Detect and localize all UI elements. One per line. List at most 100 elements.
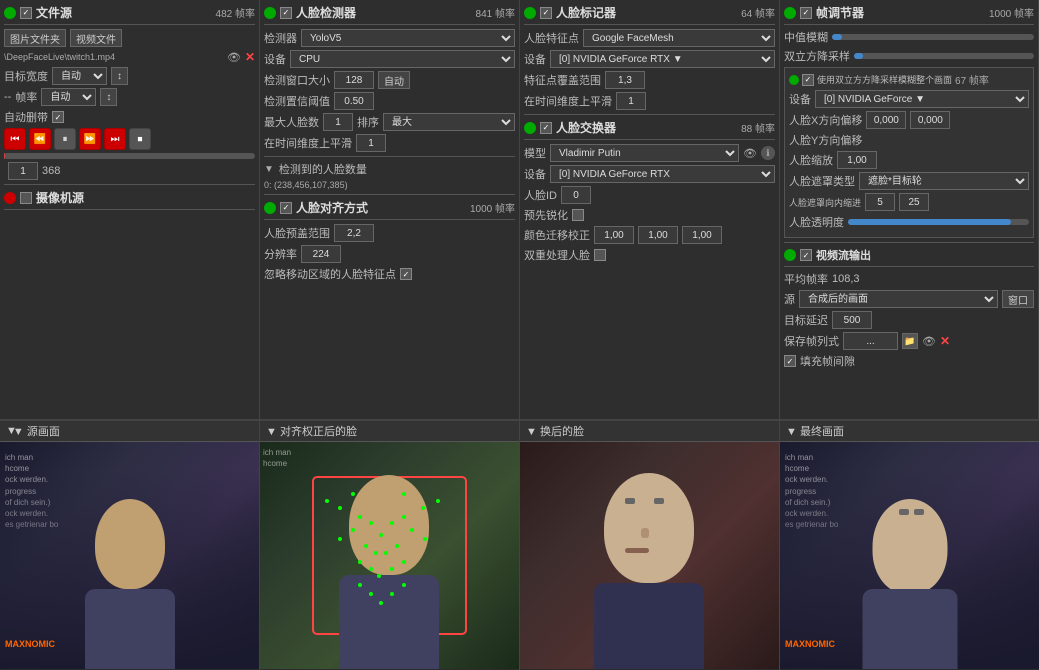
scale-input[interactable] — [837, 151, 877, 169]
detector-checkbox[interactable] — [280, 7, 292, 19]
marker-power[interactable] — [524, 7, 536, 19]
smooth-input[interactable] — [356, 134, 386, 152]
auto-feed-checkbox[interactable] — [52, 111, 64, 123]
window-btn[interactable]: 窗口 — [1002, 290, 1034, 308]
swapper-device-select[interactable]: [0] NVIDIA GeForce RTX — [550, 165, 775, 183]
resolution-input[interactable] — [301, 245, 341, 263]
stream-checkbox[interactable] — [800, 249, 812, 261]
btn-stop[interactable]: ⏹ — [129, 128, 151, 150]
device-row: 设备 CPU — [264, 50, 515, 68]
stream-power[interactable] — [784, 249, 796, 261]
final-body — [862, 589, 957, 669]
dot-3 — [338, 506, 342, 510]
coverage-input[interactable] — [334, 224, 374, 242]
camera-checkbox[interactable] — [20, 192, 32, 204]
close-icon[interactable]: ✕ — [245, 50, 255, 64]
ct-y-input[interactable] — [638, 226, 678, 244]
opacity-label: 人脸透明度 — [789, 214, 844, 230]
maxfaces-input[interactable] — [323, 113, 353, 131]
delay-input[interactable] — [832, 311, 872, 329]
opacity-fill — [848, 219, 1011, 225]
dot-14 — [395, 544, 399, 548]
model-info-icon[interactable]: ℹ — [761, 146, 775, 160]
progress-track[interactable] — [4, 153, 255, 159]
save-close-icon[interactable]: ✕ — [940, 334, 950, 348]
ignore-checkbox[interactable] — [400, 268, 412, 280]
source-label: 源 — [784, 291, 795, 307]
face-type-select[interactable]: 遮脸*目标轮 — [859, 172, 1029, 190]
position-input[interactable] — [8, 162, 38, 180]
fps-auto-btn[interactable]: ↕ — [100, 88, 117, 106]
face-id-input[interactable] — [561, 186, 591, 204]
dot-27 — [325, 499, 329, 503]
x-offset-input[interactable] — [866, 111, 906, 129]
adjuster-checkbox[interactable] — [800, 7, 812, 19]
source-select[interactable]: 合成后的画面 — [799, 290, 998, 308]
fill-checkbox[interactable] — [784, 355, 796, 367]
file-source-power[interactable] — [4, 7, 16, 19]
ignore-row: 忽略移动区域的人脸特征点 — [264, 266, 515, 282]
threshold-input[interactable] — [334, 92, 374, 110]
ignore-label: 忽略移动区域的人脸特征点 — [264, 266, 396, 282]
face-marker-panel: 人脸标记器 64 帧率 人脸特征点 Google FaceMesh 设备 [0]… — [520, 0, 780, 420]
device-select[interactable]: CPU — [290, 50, 515, 68]
aligner-checkbox[interactable] — [280, 202, 292, 214]
dot-7 — [369, 521, 373, 525]
ct-z-input[interactable] — [682, 226, 722, 244]
marker-checkbox[interactable] — [540, 7, 552, 19]
folder-icon[interactable]: 📁 — [902, 333, 918, 349]
file-source-checkbox[interactable] — [20, 7, 32, 19]
target-width-select[interactable]: 自动 — [52, 67, 107, 85]
window-size-auto[interactable]: 自动 — [378, 71, 410, 89]
opacity-track[interactable] — [848, 219, 1029, 225]
detector-select[interactable]: YoloV5 — [301, 29, 515, 47]
target-width-auto-btn[interactable]: ↕ — [111, 67, 128, 85]
btn-skip-fwd[interactable]: ⏭ — [104, 128, 126, 150]
left-eye — [625, 498, 635, 504]
dot-17 — [358, 560, 362, 564]
dual-checkbox[interactable] — [594, 249, 606, 261]
btn-play[interactable]: ⏸ — [54, 128, 76, 150]
marker-device-select[interactable]: [0] NVIDIA GeForce RTX ▼ — [550, 50, 775, 68]
tab-video-file[interactable]: 视频文件 — [70, 29, 122, 47]
final-person — [855, 479, 965, 659]
sub-blur-checkbox[interactable] — [802, 74, 814, 86]
btn-step-fwd[interactable]: ⏩ — [79, 128, 101, 150]
btn-skip-back[interactable]: ⏮ — [4, 128, 26, 150]
adjuster-power[interactable] — [784, 7, 796, 19]
sharpen-label: 预先锐化 — [524, 207, 568, 223]
camera-power[interactable] — [4, 192, 16, 204]
aligned-image: ich manhcome — [260, 442, 519, 669]
swapped-label: ▼ 换后的脸 — [520, 421, 779, 442]
swapper-power[interactable] — [524, 122, 536, 134]
window-size-input[interactable] — [334, 71, 374, 89]
range-input[interactable] — [605, 71, 645, 89]
dot-22 — [358, 583, 362, 587]
fps-select[interactable]: 自动 — [41, 88, 96, 106]
eye-icon[interactable]: 👁 — [227, 51, 241, 64]
swapper-checkbox[interactable] — [540, 122, 552, 134]
tab-image-folder[interactable]: 图片文件夹 — [4, 29, 66, 47]
ct-x-input[interactable] — [594, 226, 634, 244]
threshold-label: 检测置信阈值 — [264, 93, 330, 109]
y-offset-label: 人脸Y方向偏移 — [789, 132, 862, 148]
model-eye-icon[interactable]: 👁 — [743, 147, 757, 160]
detector-power[interactable] — [264, 7, 276, 19]
blur-input[interactable] — [899, 193, 929, 211]
save-input[interactable] — [843, 332, 898, 350]
save-eye-icon[interactable]: 👁 — [922, 335, 936, 348]
sub-blur-panel: 使用双立方方降采样模糊整个画面 67 帧率 设备 [0] NVIDIA GeFo… — [784, 67, 1034, 238]
x-offset-input2[interactable] — [910, 111, 950, 129]
erosion-input[interactable] — [865, 193, 895, 211]
landmark-select[interactable]: Google FaceMesh — [583, 29, 775, 47]
model-select[interactable]: Vladimir Putin — [550, 144, 739, 162]
btn-step-back[interactable]: ⏪ — [29, 128, 51, 150]
median-track[interactable] — [832, 34, 1034, 40]
sub-device-select[interactable]: [0] NVIDIA GeForce ▼ — [815, 90, 1029, 108]
sort-select[interactable]: 最大 — [383, 113, 515, 131]
marker-smooth-input[interactable] — [616, 92, 646, 110]
sub-blur-power[interactable] — [789, 75, 799, 85]
sharpen-checkbox[interactable] — [572, 209, 584, 221]
aligner-power[interactable] — [264, 202, 276, 214]
bilateral-track[interactable] — [854, 53, 1034, 59]
